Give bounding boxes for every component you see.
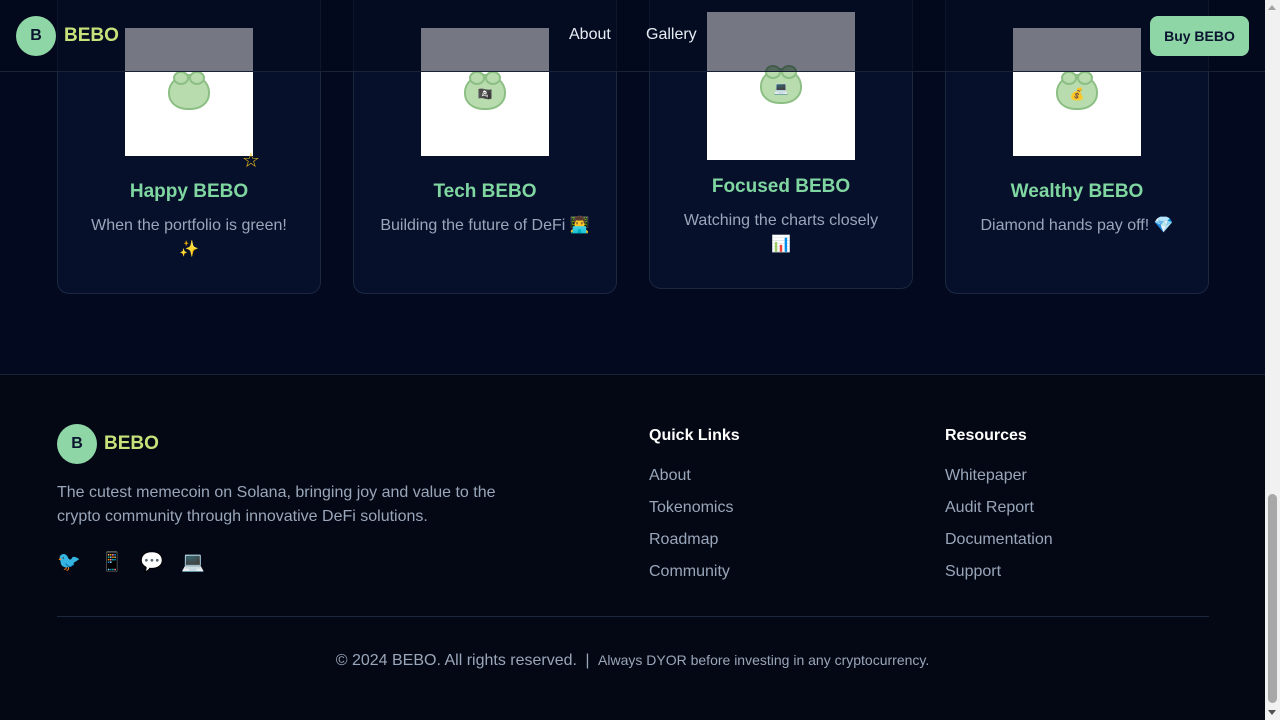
laptop-icon[interactable]: 💻 (181, 553, 205, 572)
card-title: Wealthy BEBO (1010, 181, 1144, 202)
footer-logo-badge[interactable]: B (57, 424, 97, 464)
site-footer: B BEBO The cutest memecoin on Solana, br… (0, 374, 1265, 720)
footer-divider (57, 616, 1209, 617)
twitter-icon[interactable]: 🐦 (57, 553, 81, 572)
scrollbar-thumb[interactable] (1268, 494, 1277, 703)
footer-link-audit-report[interactable]: Audit Report (945, 499, 1034, 517)
logo-badge[interactable]: B (16, 16, 56, 56)
footer-link-documentation[interactable]: Documentation (945, 531, 1053, 549)
frog-mascot-icon (168, 71, 210, 110)
site-header: B BEBO About Gallery Buy BEBO (0, 0, 1265, 72)
footer-link-roadmap[interactable]: Roadmap (649, 531, 718, 549)
buy-bebo-button[interactable]: Buy BEBO (1150, 16, 1249, 56)
page-scrollbar[interactable] (1265, 0, 1280, 720)
card-title: Tech BEBO (433, 181, 537, 202)
quick-links-heading: Quick Links (649, 427, 740, 444)
scroll-up-arrow-icon[interactable] (1268, 5, 1276, 10)
logo-text[interactable]: BEBO (64, 25, 119, 47)
copyright-separator: | (585, 652, 590, 669)
resources-heading: Resources (945, 427, 1027, 444)
scroll-down-arrow-icon[interactable] (1268, 710, 1276, 715)
footer-link-support[interactable]: Support (945, 563, 1001, 581)
card-description: Watching the charts closely 📊 (683, 212, 879, 253)
footer-link-tokenomics[interactable]: Tokenomics (649, 499, 733, 517)
frog-mascot-icon: 🏴‍☠️ (464, 71, 506, 110)
footer-description: The cutest memecoin on Solana, bringing … (57, 484, 496, 525)
frog-mascot-icon: 💰 (1056, 71, 1098, 110)
card-title: Happy BEBO (129, 181, 249, 202)
card-description: When the portfolio is green! ✨ (91, 217, 287, 258)
card-title: Focused BEBO (711, 176, 851, 197)
footer-link-whitepaper[interactable]: Whitepaper (945, 467, 1027, 485)
footer-link-community[interactable]: Community (649, 563, 730, 581)
dyor-disclaimer: Always DYOR before investing in any cryp… (598, 652, 930, 668)
copyright-bar: © 2024 BEBO. All rights reserved. | Alwa… (0, 652, 1265, 670)
footer-link-about[interactable]: About (649, 467, 691, 485)
footer-logo-text[interactable]: BEBO (104, 433, 159, 455)
mobile-phone-icon[interactable]: 📱 (100, 553, 124, 572)
nav-about-link[interactable]: About (569, 26, 611, 44)
frog-mascot-icon: 💻 (760, 65, 802, 104)
star-icon: ☆ (242, 150, 260, 172)
card-description: Building the future of DeFi 👨‍💻 (380, 217, 590, 234)
nav-gallery-link[interactable]: Gallery (646, 26, 697, 44)
chat-bubble-icon[interactable]: 💬 (140, 553, 164, 572)
copyright-text: © 2024 BEBO. All rights reserved. (335, 652, 577, 669)
card-description: Diamond hands pay off! 💎 (980, 217, 1174, 234)
